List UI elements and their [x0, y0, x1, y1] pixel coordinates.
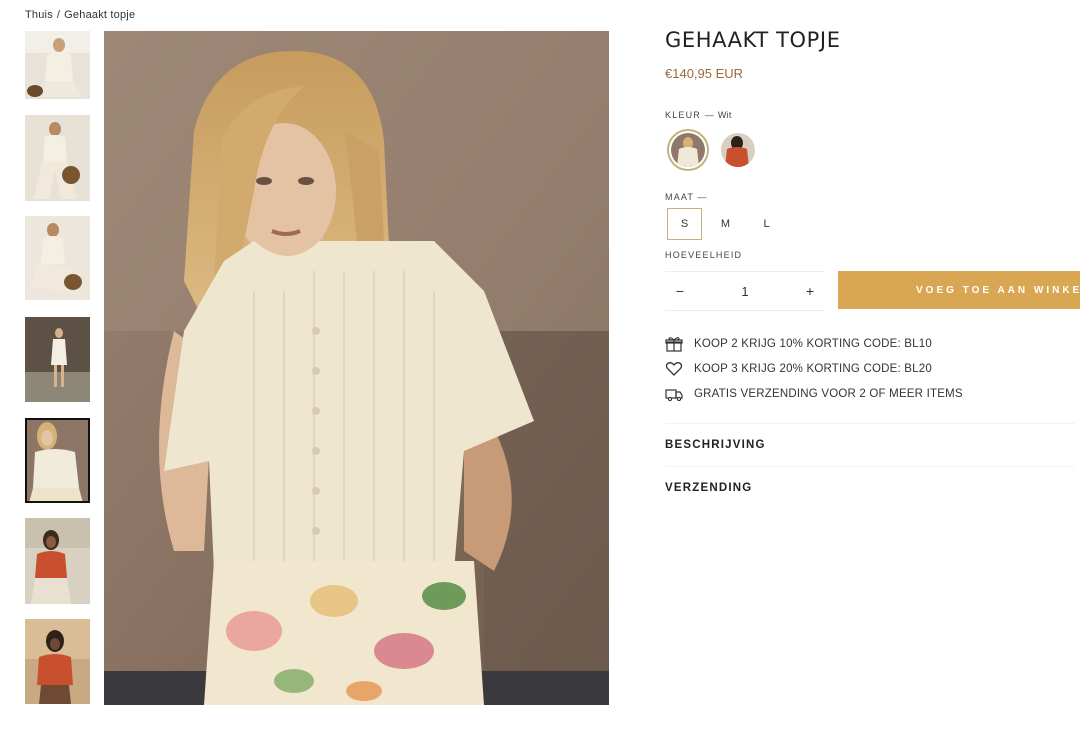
thumbnail-6[interactable] [25, 518, 90, 604]
product-price: €140,95 EUR [665, 66, 744, 81]
promo-list: KOOP 2 KRIJG 10% KORTING CODE: BL10 KOOP… [665, 331, 995, 406]
thumbnail-7[interactable] [25, 619, 90, 704]
size-options: S M L [667, 208, 784, 240]
quantity-decrease-button[interactable]: − [665, 283, 695, 299]
promo-item: KOOP 2 KRIJG 10% KORTING CODE: BL10 [665, 331, 995, 356]
heart-icon [665, 360, 687, 378]
promo-item: KOOP 3 KRIJG 20% KORTING CODE: BL20 [665, 356, 995, 381]
thumbnail-2[interactable] [25, 115, 90, 201]
size-option-l[interactable]: L [749, 208, 784, 240]
promo-text: KOOP 3 KRIJG 20% KORTING CODE: BL20 [694, 362, 932, 375]
product-title: GEHAAKT TOPJE [665, 28, 841, 52]
color-label-text: KLEUR — [665, 110, 715, 120]
size-option-m[interactable]: M [708, 208, 743, 240]
breadcrumb-home-link[interactable]: Thuis [25, 9, 53, 21]
promo-item: GRATIS VERZENDING VOOR 2 OF MEER ITEMS [665, 381, 995, 406]
size-label: MAAT — [665, 192, 708, 202]
color-swatches [667, 129, 759, 171]
accordion-description[interactable]: BESCHRIJVING [665, 423, 1075, 466]
promo-text: KOOP 2 KRIJG 10% KORTING CODE: BL10 [694, 337, 932, 350]
color-selected-value: Wit [717, 110, 732, 120]
quantity-value[interactable]: 1 [741, 284, 748, 299]
promo-text: GRATIS VERZENDING VOOR 2 OF MEER ITEMS [694, 387, 963, 400]
accordion-description-label: BESCHRIJVING [665, 439, 766, 451]
quantity-label: HOEVEELHEID [665, 250, 743, 260]
add-to-cart-button[interactable]: VOEG TOE AAN WINKELWAGEN [838, 271, 1080, 309]
thumbnail-5[interactable] [25, 418, 90, 503]
product-info: GEHAAKT TOPJE €140,95 EUR KLEUR — Wit MAA… [665, 28, 1080, 494]
size-option-s[interactable]: S [667, 208, 702, 240]
breadcrumb-separator: / [56, 9, 61, 21]
thumbnail-4[interactable] [25, 317, 90, 402]
thumbnail-1[interactable] [25, 31, 90, 99]
truck-icon [665, 385, 687, 403]
product-page: Thuis / Gehaakt topje GEHAAKT TOPJE €140… [0, 0, 1080, 743]
accordion-shipping-label: VERZENDING [665, 482, 753, 494]
main-product-image[interactable] [104, 31, 609, 705]
quantity-stepper: − 1 + [665, 271, 825, 311]
color-swatch-white[interactable] [667, 129, 709, 171]
quantity-increase-button[interactable]: + [795, 283, 825, 299]
accordion-shipping[interactable]: VERZENDING [665, 466, 1075, 509]
breadcrumb: Thuis / Gehaakt topje [25, 9, 135, 21]
thumbnail-3[interactable] [25, 216, 90, 300]
gift-icon [665, 335, 687, 353]
breadcrumb-current: Gehaakt topje [64, 9, 136, 21]
color-swatch-red[interactable] [717, 129, 759, 171]
color-label: KLEUR — Wit [665, 110, 732, 120]
